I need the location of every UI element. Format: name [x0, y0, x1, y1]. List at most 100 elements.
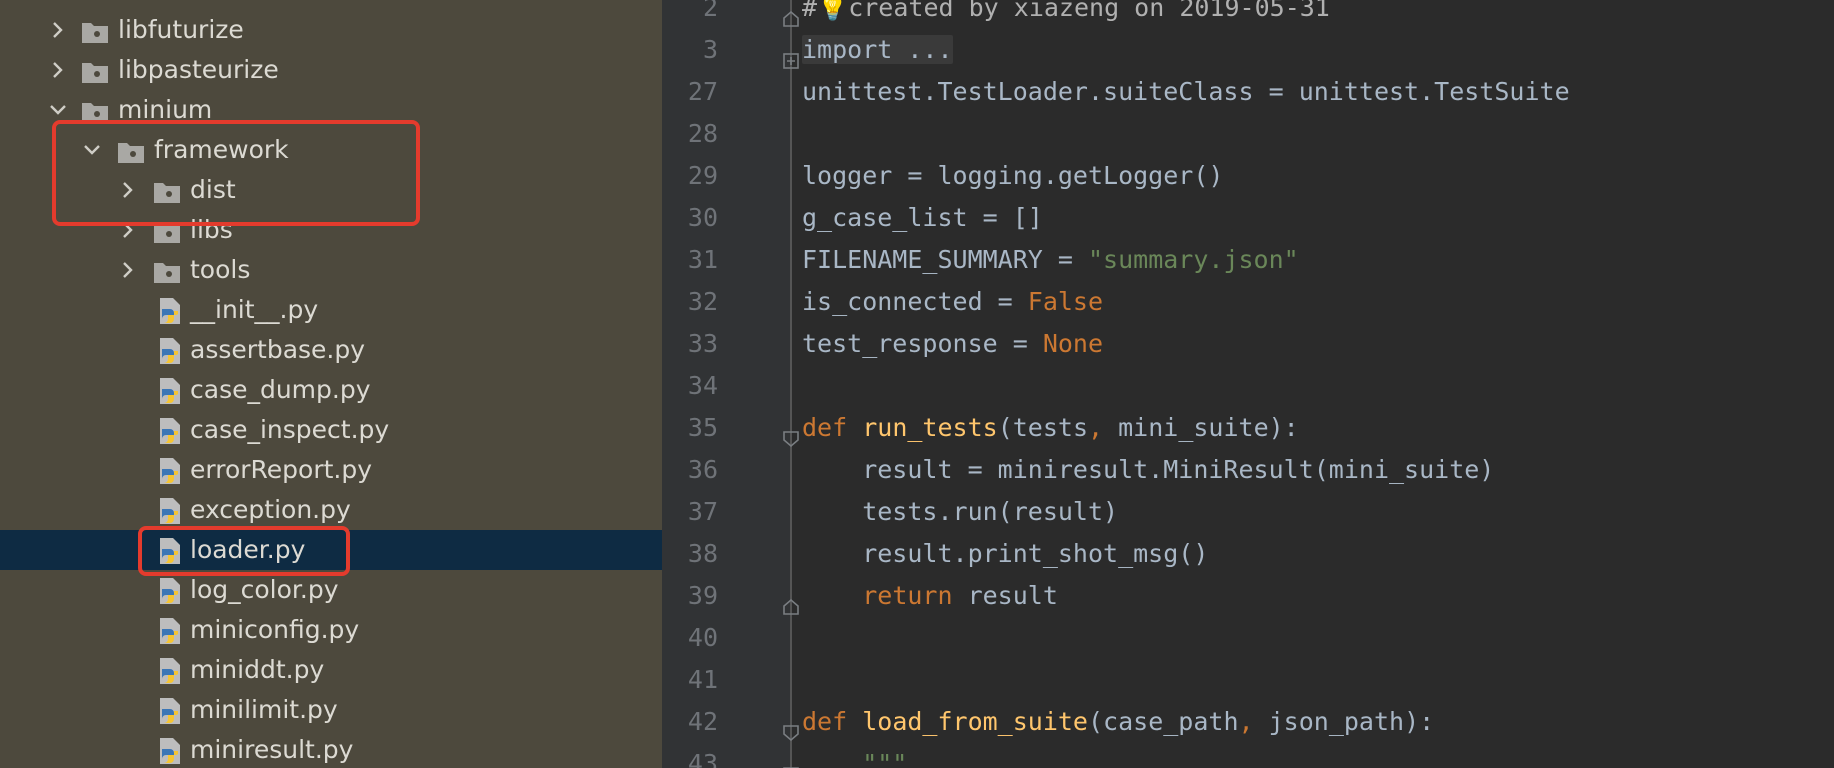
tree-item[interactable]: log_color.py [0, 570, 662, 610]
tree-item[interactable]: dist [0, 170, 662, 210]
code-token: is_connected = [802, 287, 1028, 316]
python-file-icon [156, 537, 186, 564]
tree-item[interactable]: exception.py [0, 490, 662, 530]
code-token: return [862, 581, 968, 610]
tree-item[interactable]: tools [0, 250, 662, 290]
python-file-icon [156, 617, 186, 644]
tree-item-label: framework [154, 135, 289, 164]
tree-item-label: minilimit.py [190, 695, 338, 724]
folder-icon [80, 17, 110, 43]
code-text: def run_tests(tests, mini_suite): [802, 407, 1299, 449]
code-line[interactable]: 2 #💡created by xiazeng on 2019-05-31 [662, 0, 1834, 29]
tree-item-label: libs [190, 215, 233, 244]
code-token: """ [802, 749, 908, 768]
line-number: 42 [687, 707, 718, 736]
folder-icon [152, 257, 182, 283]
python-file-icon [156, 737, 186, 764]
code-line[interactable]: 41 [662, 659, 1834, 701]
folder-icon [80, 97, 110, 123]
code-token: result [967, 581, 1058, 610]
code-line[interactable]: 28 [662, 113, 1834, 155]
tree-item[interactable]: miniconfig.py [0, 610, 662, 650]
chevron-right-icon[interactable] [44, 50, 74, 90]
project-tree[interactable]: libfuturize libpasteurize minium framework d… [0, 0, 662, 768]
code-token: None [1042, 329, 1104, 358]
code-line[interactable]: 27 unittest.TestLoader.suiteClass = unitt… [662, 71, 1834, 113]
tree-item[interactable]: errorReport.py [0, 450, 662, 490]
code-line[interactable]: 30 g_case_list = [] [662, 197, 1834, 239]
tree-item[interactable]: case_inspect.py [0, 410, 662, 450]
tree-item[interactable]: minium [0, 90, 662, 130]
code-line[interactable]: 33 test_response = None [662, 323, 1834, 365]
tree-item-label: tools [190, 255, 251, 284]
tree-item[interactable]: minilimit.py [0, 690, 662, 730]
code-text: result = miniresult.MiniResult(mini_suit… [802, 449, 1494, 491]
tree-item[interactable]: miniddt.py [0, 650, 662, 690]
code-token: def [802, 413, 863, 442]
tree-item[interactable]: framework [0, 130, 662, 170]
code-line[interactable]: 37 tests.run(result) [662, 491, 1834, 533]
python-file-icon [156, 377, 186, 404]
tree-item-label: dist [190, 175, 236, 204]
code-line[interactable]: 36 result = miniresult.MiniResult(mini_s… [662, 449, 1834, 491]
fold-expand-icon[interactable] [782, 41, 800, 69]
line-number: 36 [687, 455, 718, 484]
fold-end-icon[interactable] [782, 587, 800, 615]
chevron-down-icon[interactable] [78, 130, 108, 170]
chevron-right-icon[interactable] [114, 250, 144, 290]
tree-item[interactable]: case_dump.py [0, 370, 662, 410]
tree-item[interactable]: libfuturize [0, 10, 662, 50]
code-token: mini_suite): [1118, 413, 1299, 442]
chevron-right-icon[interactable] [114, 210, 144, 250]
code-editor[interactable]: 2 #💡created by xiazeng on 2019-05-31 3 impo… [662, 0, 1834, 768]
code-line[interactable]: 39 return result [662, 575, 1834, 617]
line-number: 33 [687, 329, 718, 358]
line-number: 37 [687, 497, 718, 526]
line-number: 29 [687, 161, 718, 190]
fold-collapse-icon[interactable] [782, 755, 800, 768]
code-token: run_tests [862, 413, 998, 442]
tree-item-label: loader.py [190, 535, 306, 564]
code-line[interactable]: 43 """ [662, 743, 1834, 768]
tree-item[interactable]: loader.py [0, 530, 662, 570]
tree-item[interactable]: libpasteurize [0, 50, 662, 90]
line-number: 31 [687, 245, 718, 274]
code-token: unittest.TestLoader.suiteClass = unittes… [802, 77, 1570, 106]
tree-item-label: assertbase.py [190, 335, 366, 364]
chevron-right-icon[interactable] [44, 10, 74, 50]
tree-item[interactable]: miniresult.py [0, 730, 662, 768]
code-line[interactable]: 34 [662, 365, 1834, 407]
tree-item[interactable]: libs [0, 210, 662, 250]
code-line[interactable]: 29 logger = logging.getLogger() [662, 155, 1834, 197]
code-token: (case_path [1088, 707, 1239, 736]
code-line[interactable]: 35 def run_tests(tests, mini_suite): [662, 407, 1834, 449]
code-line[interactable]: 32 is_connected = False [662, 281, 1834, 323]
code-line[interactable]: 31 FILENAME_SUMMARY = "summary.json" [662, 239, 1834, 281]
tree-item-label: libpasteurize [118, 55, 279, 84]
fold-collapse-icon[interactable] [782, 713, 800, 742]
chevron-down-icon[interactable] [44, 90, 74, 130]
code-token: False [1027, 287, 1104, 316]
fold-end-icon[interactable] [782, 0, 800, 27]
code-text: is_connected = False [802, 281, 1103, 323]
code-token: FILENAME_SUMMARY = [802, 245, 1088, 274]
code-line[interactable]: 3 import ... [662, 29, 1834, 71]
chevron-right-icon[interactable] [114, 170, 144, 210]
tree-item[interactable]: assertbase.py [0, 330, 662, 370]
code-line[interactable]: 40 [662, 617, 1834, 659]
line-number: 2 [702, 0, 718, 22]
code-line[interactable]: 38 result.print_shot_msg() [662, 533, 1834, 575]
python-file-icon [156, 657, 186, 684]
fold-collapse-icon[interactable] [782, 419, 800, 448]
code-token: tests.run(result) [802, 497, 1119, 526]
folder-icon [116, 137, 146, 163]
code-line[interactable]: 42 def load_from_suite(case_path, json_pa… [662, 701, 1834, 743]
python-file-icon [156, 697, 186, 724]
tree-item-label: miniresult.py [190, 735, 354, 764]
code-token[interactable]: import ... [802, 35, 953, 64]
line-number: 43 [687, 749, 718, 768]
tree-item-label: log_color.py [190, 575, 339, 604]
code-token: result.print_shot_msg() [802, 539, 1209, 568]
python-file-icon [156, 577, 186, 604]
tree-item[interactable]: __init__.py [0, 290, 662, 330]
